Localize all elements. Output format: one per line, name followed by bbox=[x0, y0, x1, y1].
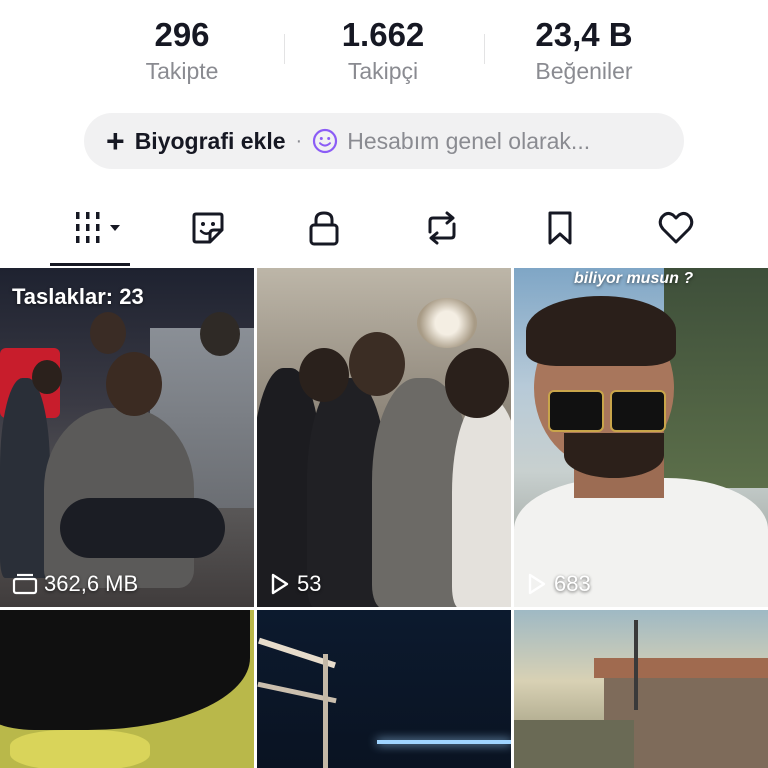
following-label: Takipte bbox=[145, 58, 219, 84]
ground bbox=[514, 720, 634, 768]
bookmark-icon bbox=[548, 211, 572, 245]
following-count: 296 bbox=[154, 16, 210, 53]
play-icon bbox=[528, 573, 546, 595]
drafts-size: 362,6 MB bbox=[12, 571, 138, 597]
hair bbox=[526, 296, 676, 366]
plus-icon: + bbox=[106, 123, 125, 159]
tab-private[interactable] bbox=[294, 205, 354, 251]
sunglasses-right bbox=[610, 390, 666, 432]
tab-reposts[interactable] bbox=[412, 205, 472, 251]
person-head bbox=[349, 332, 405, 396]
tab-liked[interactable] bbox=[646, 205, 706, 251]
tab-stickers[interactable] bbox=[178, 205, 238, 251]
video-tile[interactable] bbox=[514, 610, 768, 768]
person-head bbox=[106, 352, 162, 416]
tab-favorites[interactable] bbox=[530, 205, 590, 251]
light-shape bbox=[10, 730, 150, 768]
video-tile[interactable]: biliyor musun ? 683 bbox=[514, 268, 768, 607]
view-count: 53 bbox=[269, 571, 321, 597]
pole bbox=[323, 654, 328, 768]
utility-pole bbox=[634, 620, 638, 710]
likes-label: Beğeniler bbox=[535, 58, 633, 84]
drafts-label: Taslaklar: 23 bbox=[12, 284, 144, 309]
person bbox=[0, 378, 50, 578]
profile-stats: 296 Takipte 1.662 Takipçi 23,4 B Beğenil… bbox=[0, 0, 768, 100]
drafts-size-text: 362,6 MB bbox=[44, 571, 139, 596]
followers-stat[interactable]: 1.662 Takipçi bbox=[273, 14, 493, 86]
tab-videos[interactable] bbox=[64, 205, 132, 251]
view-count-text: 53 bbox=[297, 571, 322, 596]
profile-tabs bbox=[0, 195, 768, 267]
heart-icon bbox=[658, 211, 694, 244]
person-head bbox=[200, 312, 240, 356]
person-head bbox=[299, 348, 349, 402]
bio-separator: · bbox=[295, 129, 303, 152]
grid-icon bbox=[76, 212, 120, 243]
followers-count: 1.662 bbox=[341, 16, 425, 53]
play-icon bbox=[271, 573, 289, 595]
sticker-icon bbox=[192, 212, 224, 244]
active-tab-indicator bbox=[50, 263, 130, 266]
video-caption: biliyor musun ? bbox=[574, 270, 694, 287]
person-head bbox=[90, 312, 126, 354]
video-tile[interactable] bbox=[0, 610, 254, 768]
likes-stat[interactable]: 23,4 B Beğeniler bbox=[474, 14, 694, 86]
chandelier bbox=[417, 298, 477, 348]
person-legs bbox=[60, 498, 225, 558]
person bbox=[452, 398, 511, 607]
video-grid: Taslaklar: 23 362,6 MB 53 biliyor musun … bbox=[0, 268, 768, 768]
roof bbox=[594, 658, 768, 678]
view-count-text: 683 bbox=[554, 571, 591, 596]
smiley-icon bbox=[313, 128, 338, 154]
led-strip bbox=[377, 740, 511, 744]
add-bio-button[interactable]: Biyografi ekle bbox=[135, 128, 286, 155]
video-tile[interactable] bbox=[257, 610, 511, 768]
dark-shape bbox=[0, 610, 250, 730]
person-head bbox=[32, 360, 62, 394]
beard bbox=[564, 433, 664, 478]
sunglasses-left bbox=[548, 390, 604, 432]
lock-icon bbox=[309, 211, 339, 246]
folder-icon bbox=[12, 573, 38, 595]
repost-icon bbox=[428, 211, 456, 245]
status-text[interactable]: Hesabım genel olarak... bbox=[347, 128, 590, 155]
followers-label: Takipçi bbox=[347, 58, 419, 84]
drafts-tile[interactable]: Taslaklar: 23 362,6 MB bbox=[0, 268, 254, 607]
video-tile[interactable]: 53 bbox=[257, 268, 511, 607]
view-count: 683 bbox=[526, 571, 591, 597]
following-stat[interactable]: 296 Takipte bbox=[72, 14, 292, 86]
background-trees bbox=[664, 268, 768, 488]
bio-pill[interactable]: + Biyografi ekle · Hesabım genel olarak.… bbox=[84, 113, 684, 169]
person-head bbox=[445, 348, 509, 418]
likes-count: 23,4 B bbox=[535, 16, 633, 53]
